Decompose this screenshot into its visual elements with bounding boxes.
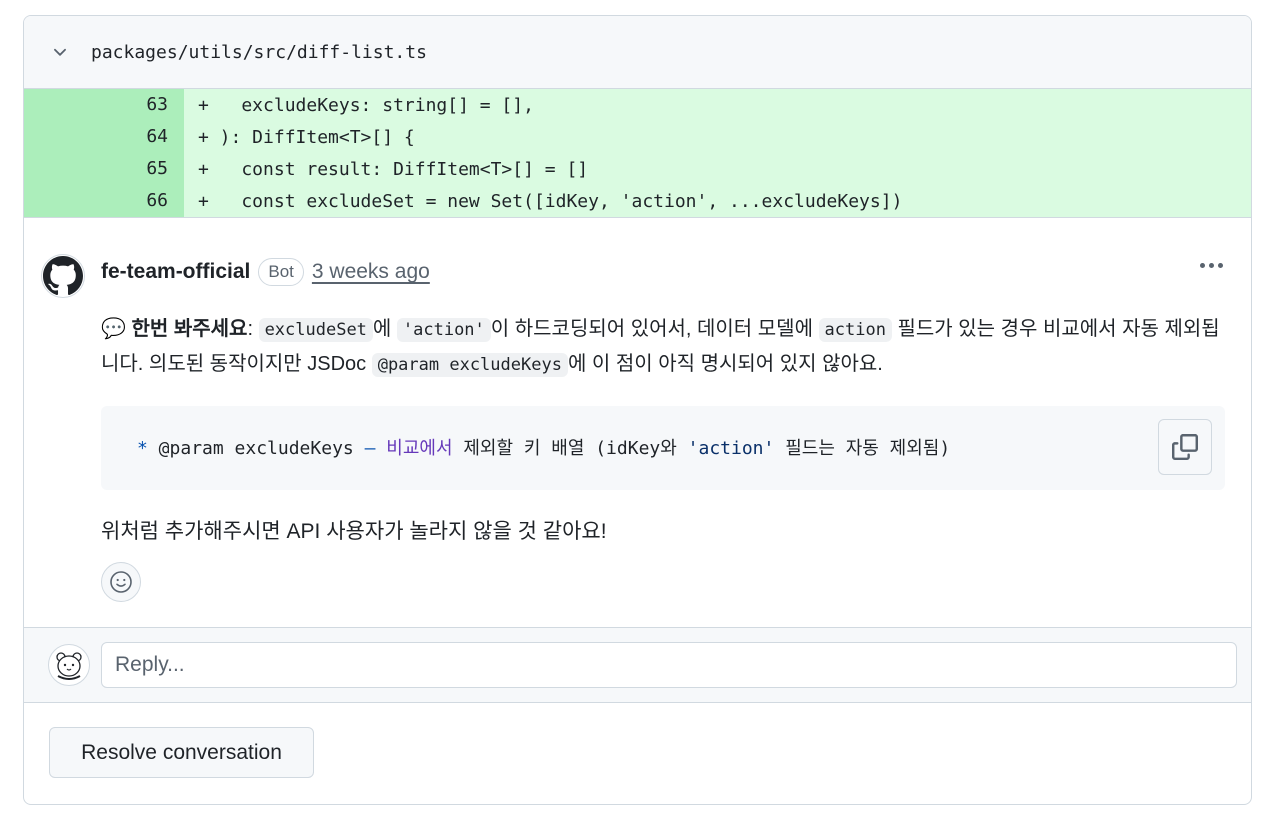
comment-header: fe-team-official Bot 3 weeks ago — [101, 258, 430, 286]
kebab-dot — [1209, 263, 1214, 268]
speech-bubble-icon: 💬 — [101, 318, 126, 340]
kebab-dot — [1200, 263, 1205, 268]
code-line: + ): DiffItem<T>[] { — [198, 126, 415, 148]
author-name[interactable]: fe-team-official — [101, 260, 250, 284]
token-tail: 필드는 자동 제외됨) — [774, 438, 951, 459]
avatar[interactable] — [41, 254, 85, 298]
body-text: 에 — [372, 318, 397, 340]
bold-lead: 한번 봐주세요 — [131, 318, 248, 340]
line-number[interactable]: 66 — [24, 185, 184, 217]
bot-badge: Bot — [258, 258, 304, 286]
body-text: 이 하드코딩되어 있어서, 데이터 모델에 — [490, 318, 819, 340]
diff-line: 65 + const result: DiffItem<T>[] = [] — [24, 153, 1251, 185]
snippet-line: * @param excludeKeys – 비교에서 제외할 키 배열 (id… — [137, 434, 950, 460]
body-text: 에 이 점이 아직 명시되어 있지 않아요. — [567, 353, 883, 375]
token-dash: – — [364, 438, 376, 459]
comment-body: 💬 한번 봐주세요: excludeSet 에 'action' 이 하드코딩되어 … — [101, 312, 1225, 382]
diff-hunk: 63 + excludeKeys: string[] = [], 64 + ):… — [24, 89, 1251, 217]
add-reaction-button[interactable] — [101, 562, 141, 602]
timestamp-link[interactable]: 3 weeks ago — [312, 260, 430, 284]
code-line: + const excludeSet = new Set([idKey, 'ac… — [198, 190, 903, 212]
token-param: @param excludeKeys — [147, 438, 365, 459]
reply-bar — [24, 627, 1251, 703]
followup-text: 위처럼 추가해주시면 API 사용자가 놀라지 않을 것 같아요! — [101, 520, 607, 543]
copy-icon — [1172, 434, 1198, 460]
token-string: 'action' — [687, 438, 775, 459]
line-number[interactable]: 64 — [24, 121, 184, 153]
smiley-icon — [110, 571, 132, 593]
file-path[interactable]: packages/utils/src/diff-list.ts — [91, 42, 427, 63]
inline-code: action — [818, 318, 892, 342]
review-comment: fe-team-official Bot 3 weeks ago 💬 한번 봐주… — [24, 217, 1251, 628]
diff-line: 64 + ): DiffItem<T>[] { — [24, 121, 1251, 153]
copy-button[interactable] — [1158, 419, 1212, 475]
user-avatar[interactable] — [48, 644, 90, 686]
line-number[interactable]: 65 — [24, 153, 184, 185]
diff-line: 66 + const excludeSet = new Set([idKey, … — [24, 185, 1251, 217]
chevron-down-icon[interactable] — [46, 38, 74, 66]
inline-code: 'action' — [396, 318, 491, 342]
body-text: : — [247, 318, 259, 340]
token-rest: 제외할 키 배열 (idKey와 — [452, 438, 688, 459]
review-thread: packages/utils/src/diff-list.ts 63 + exc… — [23, 15, 1252, 805]
code-line: + const result: DiffItem<T>[] = [] — [198, 158, 589, 180]
diff-line: 63 + excludeKeys: string[] = [], — [24, 89, 1251, 121]
kebab-dot — [1218, 263, 1223, 268]
inline-code: @param excludeKeys — [371, 353, 568, 377]
token-star: * — [137, 438, 148, 459]
more-options-icon[interactable] — [1200, 263, 1223, 268]
file-header: packages/utils/src/diff-list.ts — [24, 16, 1251, 89]
inline-code: excludeSet — [258, 318, 373, 342]
resolve-conversation-button[interactable]: Resolve conversation — [49, 727, 314, 778]
token-word: 비교에서 — [375, 438, 453, 459]
user-avatar-icon — [56, 652, 82, 680]
code-line: + excludeKeys: string[] = [], — [198, 94, 534, 116]
code-snippet: * @param excludeKeys – 비교에서 제외할 키 배열 (id… — [101, 406, 1225, 490]
github-logo-icon — [43, 256, 83, 296]
line-number[interactable]: 63 — [24, 89, 184, 121]
reply-input[interactable] — [101, 642, 1237, 688]
